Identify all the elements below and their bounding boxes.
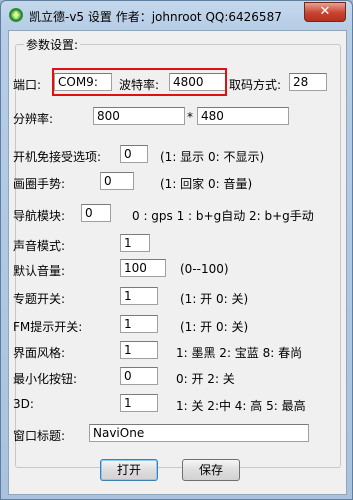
save-button[interactable]: 保存 (182, 459, 240, 481)
fm-switch-input[interactable]: 1 (120, 315, 158, 333)
circle-gesture-label: 画圈手势: (13, 177, 66, 191)
circle-gesture-input[interactable]: 0 (100, 172, 134, 190)
title-bar[interactable]: 凯立德-v5 设置 作者：johnroot QQ:6426587 ✕ (1, 1, 352, 29)
default-volume-input[interactable]: 100 (120, 259, 166, 277)
ui-style-label: 界面风格: (13, 346, 66, 360)
ui-style-input[interactable]: 1 (120, 341, 158, 359)
voice-mode-label: 声音模式: (13, 239, 66, 253)
skip-option-label: 开机免接受选项: (13, 150, 102, 164)
fm-switch-label: FM提示开关: (13, 320, 83, 334)
window-title-input[interactable]: NaviOne (89, 424, 309, 442)
topic-switch-hint: (1: 开 0: 关) (180, 292, 249, 306)
three-d-label: 3D: (13, 397, 34, 411)
topic-switch-label: 专题开关: (13, 292, 66, 306)
minimize-button-hint: 0: 开 2: 关 (176, 372, 235, 386)
default-volume-label: 默认音量: (13, 264, 66, 278)
window-title-text: 凯立德-v5 设置 作者：johnroot QQ:6426587 (29, 10, 282, 24)
fetch-mode-input[interactable]: 28 (289, 73, 327, 91)
skip-option-input[interactable]: 0 (120, 145, 148, 163)
port-label: 端口: (13, 78, 42, 92)
resolution-separator: * (187, 110, 193, 124)
nav-module-label: 导航模块: (13, 209, 66, 223)
window-title-label: 窗口标题: (13, 429, 66, 443)
topic-switch-input[interactable]: 1 (120, 287, 158, 305)
skip-option-hint: (1: 显示 0: 不显示) (160, 150, 265, 164)
settings-window: 凯立德-v5 设置 作者：johnroot QQ:6426587 ✕ 参数设置:… (0, 0, 353, 500)
group-title: 参数设置: (24, 36, 81, 53)
resolution-width-input[interactable]: 800 (93, 107, 185, 125)
ui-style-hint: 1: 墨黑 2: 宝蓝 8: 春尚 (176, 346, 303, 360)
fm-switch-hint: (1: 开 0: 关) (180, 320, 249, 334)
client-area: 参数设置: 端口: COM9: 波特率: 4800 取码方式: 28 分辨率: … (8, 30, 347, 495)
highlight-box (52, 68, 227, 96)
fetch-mode-label: 取码方式: (229, 78, 282, 92)
default-volume-hint: (0--100) (180, 262, 229, 276)
circle-gesture-hint: (1: 回家 0: 音量) (160, 177, 253, 191)
close-button[interactable]: ✕ (304, 2, 346, 22)
minimize-button-label: 最小化按钮: (13, 372, 78, 386)
three-d-hint: 1: 关 2:中 4: 高 5: 最高 (176, 399, 306, 413)
voice-mode-input[interactable]: 1 (120, 234, 150, 252)
resolution-height-input[interactable]: 480 (197, 107, 289, 125)
resolution-label: 分辨率: (13, 112, 54, 126)
open-button[interactable]: 打开 (100, 459, 158, 481)
minimize-button-input[interactable]: 0 (120, 367, 158, 385)
nav-module-hint: 0 : gps 1 : b+g自动 2: b+g手动 (132, 209, 314, 223)
nav-module-input[interactable]: 0 (81, 204, 111, 222)
app-icon (9, 8, 23, 22)
three-d-input[interactable]: 1 (120, 394, 158, 412)
